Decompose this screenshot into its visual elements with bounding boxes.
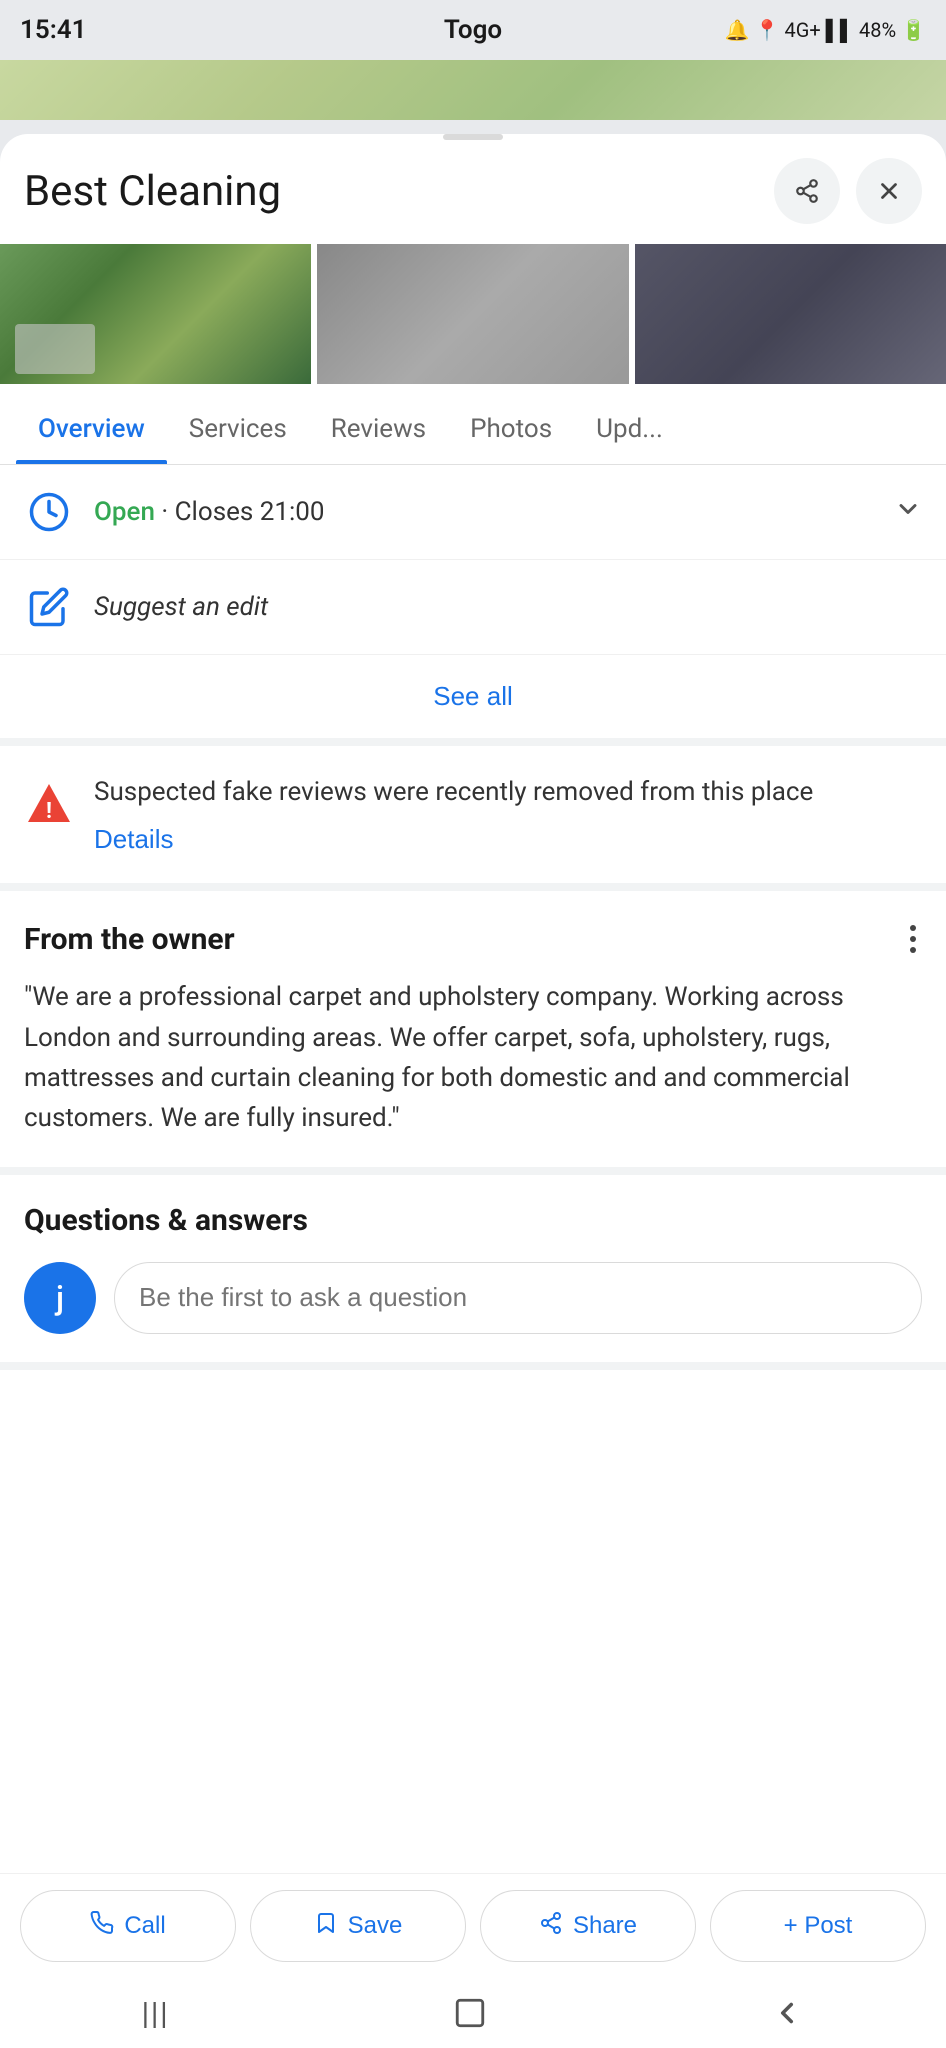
- dot-3: [910, 947, 916, 953]
- hours-expand-button[interactable]: [894, 495, 922, 529]
- photos-row[interactable]: [0, 234, 946, 394]
- warning-text: Suspected fake reviews were recently rem…: [94, 774, 922, 810]
- share-icon: [794, 178, 820, 204]
- close-icon: [876, 178, 902, 204]
- dot-2: [910, 936, 916, 942]
- nav-bar: |||: [0, 1978, 946, 2048]
- suggest-edit-row[interactable]: Suggest an edit: [0, 560, 946, 655]
- battery-icon: 🔔 📍 4G+ ▌▌ 48% 🔋: [725, 18, 926, 43]
- carrier-name: Togo: [444, 15, 502, 45]
- nav-back-button[interactable]: [770, 1996, 804, 2030]
- tabs: Overview Services Reviews Photos Upd...: [0, 394, 946, 465]
- photo-3[interactable]: [635, 244, 946, 384]
- qa-section: Questions & answers j: [0, 1175, 946, 1370]
- post-button[interactable]: + Post: [710, 1890, 926, 1962]
- ask-question-input[interactable]: [114, 1262, 922, 1334]
- nav-home-button[interactable]: [453, 1996, 487, 2030]
- status-bar: 15:41 Togo 🔔 📍 4G+ ▌▌ 48% 🔋: [0, 0, 946, 60]
- chevron-down-icon: [894, 495, 922, 523]
- nav-back-icon: [770, 1996, 804, 2030]
- map-background: [0, 60, 946, 120]
- tab-services[interactable]: Services: [167, 394, 309, 464]
- tab-photos[interactable]: Photos: [448, 394, 574, 464]
- share-action-icon: [539, 1911, 563, 1942]
- photo-2[interactable]: [317, 244, 628, 384]
- save-label: Save: [348, 1912, 403, 1940]
- see-all-button[interactable]: See all: [433, 681, 513, 712]
- more-options-button[interactable]: [904, 919, 922, 959]
- save-button[interactable]: Save: [250, 1890, 466, 1962]
- owner-section-title: From the owner: [24, 922, 235, 957]
- owner-description: "We are a professional carpet and uphols…: [24, 977, 922, 1138]
- see-all-row: See all: [0, 655, 946, 746]
- hours-row[interactable]: Open · Closes 21:00: [0, 465, 946, 560]
- nav-menu-button[interactable]: |||: [142, 1997, 170, 2029]
- bottom-spacer: [0, 1370, 946, 1570]
- closes-time: · Closes 21:00: [161, 497, 324, 527]
- header-buttons: [774, 158, 922, 224]
- close-button[interactable]: [856, 158, 922, 224]
- open-status: Open: [94, 497, 155, 527]
- clock-icon: [24, 487, 74, 537]
- warning-content: Suspected fake reviews were recently rem…: [94, 774, 922, 855]
- owner-section: From the owner "We are a professional ca…: [0, 891, 946, 1174]
- details-button[interactable]: Details: [94, 824, 173, 855]
- place-title: Best Cleaning: [24, 167, 774, 216]
- nav-menu-icon: |||: [142, 1997, 170, 2029]
- call-label: Call: [124, 1912, 165, 1940]
- call-button[interactable]: Call: [20, 1890, 236, 1962]
- share-label: Share: [573, 1912, 637, 1940]
- status-time: 15:41: [20, 15, 87, 45]
- action-bar: Call Save Share + Post: [0, 1873, 946, 1978]
- bottom-sheet: Best Cleaning Overview Services: [0, 134, 946, 2034]
- status-icons: 🔔 📍 4G+ ▌▌ 48% 🔋: [725, 18, 926, 43]
- owner-header: From the owner: [24, 919, 922, 959]
- hours-content: Open · Closes 21:00: [94, 497, 884, 527]
- tab-overview[interactable]: Overview: [16, 394, 167, 464]
- phone-icon: [90, 1911, 114, 1942]
- qa-title: Questions & answers: [24, 1203, 922, 1238]
- svg-text:!: !: [46, 799, 52, 824]
- sheet-header: Best Cleaning: [0, 140, 946, 234]
- share-button[interactable]: [774, 158, 840, 224]
- tab-updates[interactable]: Upd...: [574, 394, 685, 464]
- qa-input-row: j: [24, 1262, 922, 1334]
- suggest-edit-text: Suggest an edit: [94, 592, 922, 622]
- tab-reviews[interactable]: Reviews: [309, 394, 448, 464]
- warning-triangle-icon: !: [24, 778, 74, 828]
- post-label: + Post: [784, 1912, 853, 1940]
- dot-1: [910, 925, 916, 931]
- nav-home-icon: [453, 1996, 487, 2030]
- user-avatar: j: [24, 1262, 96, 1334]
- warning-banner: ! Suspected fake reviews were recently r…: [0, 746, 946, 891]
- bookmark-icon: [314, 1911, 338, 1942]
- share-action-button[interactable]: Share: [480, 1890, 696, 1962]
- pencil-icon: [24, 582, 74, 632]
- photo-1[interactable]: [0, 244, 311, 384]
